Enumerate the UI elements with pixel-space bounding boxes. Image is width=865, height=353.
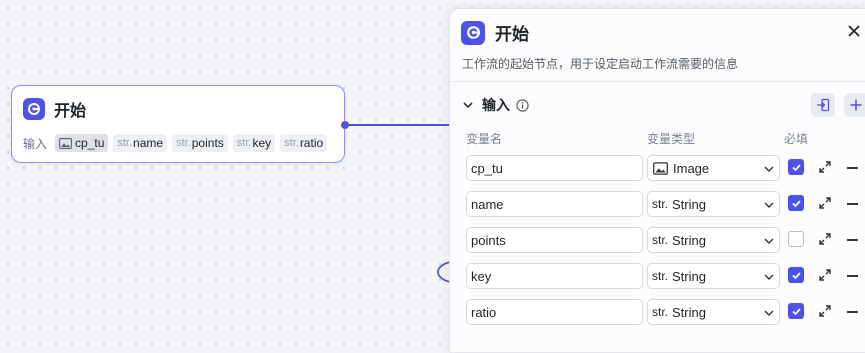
remove-variable-button[interactable]	[847, 311, 858, 313]
check-icon	[791, 163, 801, 171]
chevron-down-icon[interactable]	[462, 99, 474, 111]
connection-edge	[349, 124, 449, 126]
remove-variable-button[interactable]	[847, 275, 858, 277]
variable-type-label: String	[672, 233, 706, 248]
start-icon	[461, 20, 485, 45]
node-input-name: cp_tu	[75, 136, 105, 150]
input-section-header[interactable]: 输入	[462, 95, 529, 115]
panel-description: 工作流的起始节点，用于设定启动工作流需要的信息	[462, 57, 739, 71]
node-input-prefix: str.	[117, 137, 133, 149]
node-title: 开始	[54, 103, 87, 120]
remove-variable-button[interactable]	[847, 203, 858, 205]
node-input-prefix: str.	[176, 137, 191, 149]
variable-name-input[interactable]: cp_tu	[466, 155, 643, 181]
node-input-prefix: str.	[236, 137, 252, 149]
divider	[450, 81, 865, 82]
required-checkbox[interactable]	[788, 303, 804, 319]
panel-header: 开始	[461, 20, 529, 45]
variable-name-input[interactable]: key	[466, 263, 643, 289]
variable-type-select[interactable]: Image	[647, 155, 780, 181]
expand-icon[interactable]	[818, 232, 832, 246]
required-checkbox[interactable]	[788, 267, 804, 283]
chevron-down-icon	[764, 166, 774, 172]
panel-title: 开始	[495, 25, 529, 44]
expand-icon[interactable]	[818, 304, 832, 318]
variable-type-select[interactable]: str. String	[647, 227, 780, 253]
import-button[interactable]	[811, 93, 835, 117]
remove-variable-button[interactable]	[847, 239, 858, 241]
output-port[interactable]	[341, 121, 349, 129]
required-checkbox[interactable]	[788, 195, 804, 211]
chevron-down-icon	[764, 238, 774, 244]
node-input-name: key	[252, 136, 272, 150]
node-inputs-label: 输入	[23, 136, 48, 151]
image-icon	[59, 137, 72, 149]
node-input-name: name	[133, 136, 164, 150]
image-icon	[653, 162, 668, 175]
chevron-down-icon	[764, 274, 774, 280]
add-variable-button[interactable]	[844, 93, 865, 117]
required-checkbox[interactable]	[788, 159, 804, 175]
variable-type-prefix: str.	[652, 305, 669, 319]
variable-type-label: String	[672, 269, 706, 284]
node-input-name: ratio	[299, 136, 324, 150]
chevron-down-icon	[764, 310, 774, 316]
required-checkbox[interactable]	[788, 231, 804, 247]
start-icon	[23, 98, 45, 120]
variable-name-input[interactable]: points	[466, 227, 643, 253]
node-input-tag: str. name	[113, 134, 168, 152]
variable-type-select[interactable]: str. String	[647, 263, 780, 289]
variable-type-prefix: str.	[652, 197, 669, 211]
column-header-type: 变量类型	[647, 132, 696, 146]
variable-name-input[interactable]: ratio	[466, 299, 643, 325]
node-input-name: points	[191, 136, 224, 150]
node-input-tag: str. key	[232, 134, 276, 152]
variable-type-label: String	[672, 305, 706, 320]
column-header-required: 必填	[784, 132, 809, 146]
column-header-name: 变量名	[466, 132, 503, 146]
expand-icon[interactable]	[818, 196, 832, 210]
variable-type-prefix: str.	[652, 269, 669, 283]
node-input-prefix: str.	[284, 137, 299, 149]
node-config-panel: 开始 工作流的起始节点，用于设定启动工作流需要的信息 输入 变量名 变量类型 必…	[449, 8, 865, 353]
node-input-tag: str. points	[172, 134, 228, 152]
check-icon	[791, 307, 801, 315]
variable-name-input[interactable]: name	[466, 191, 643, 217]
plus-icon	[850, 99, 862, 111]
check-icon	[791, 199, 801, 207]
variable-type-prefix: str.	[652, 233, 669, 247]
node-inputs: 输入 cp_tu str. name str. points str. key str…	[23, 134, 328, 152]
info-icon[interactable]	[516, 98, 529, 112]
variable-type-label: String	[672, 197, 706, 212]
node-input-tag: cp_tu	[55, 134, 109, 152]
expand-icon[interactable]	[818, 268, 832, 282]
variable-type-select[interactable]: str. String	[647, 191, 780, 217]
expand-icon[interactable]	[818, 160, 832, 174]
check-icon	[791, 271, 801, 279]
remove-variable-button[interactable]	[847, 167, 858, 169]
input-section-title: 输入	[482, 97, 510, 113]
node-header: 开始	[23, 97, 86, 121]
start-node[interactable]: 开始 输入 cp_tu str. name str. points str. key …	[11, 85, 345, 163]
variable-type-label: Image	[673, 161, 710, 176]
node-input-tag: str. ratio	[280, 134, 328, 152]
close-icon[interactable]	[845, 22, 863, 40]
variable-type-select[interactable]: str. String	[647, 299, 780, 325]
import-icon	[817, 98, 830, 112]
chevron-down-icon	[764, 202, 774, 208]
